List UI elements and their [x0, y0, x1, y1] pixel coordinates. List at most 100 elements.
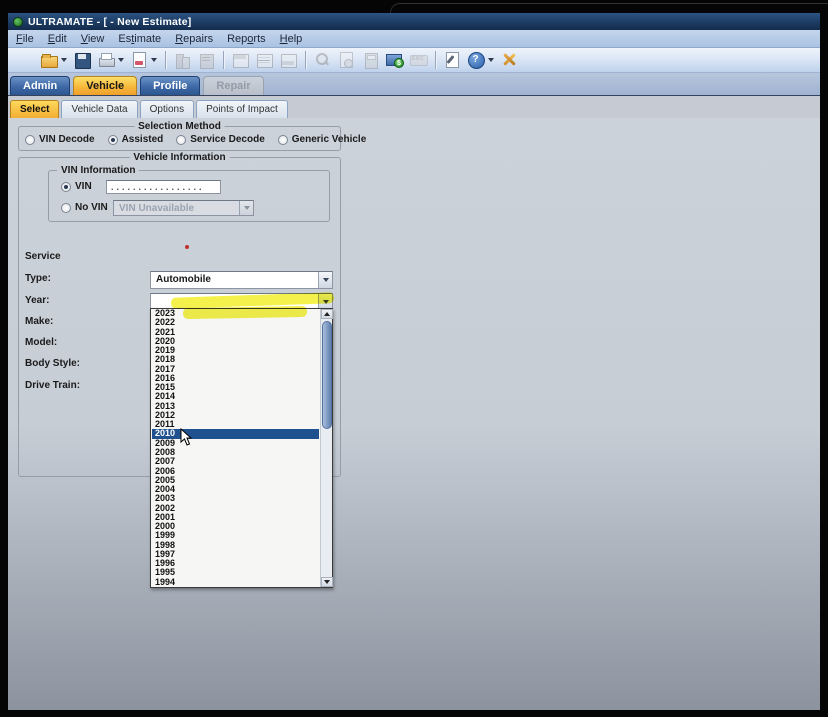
- toolbar-button-archive: [195, 50, 217, 71]
- toolbar-button-open[interactable]: [38, 50, 69, 71]
- layout-split-icon: [255, 51, 273, 69]
- year-option-2011[interactable]: 2011: [152, 420, 319, 429]
- vin-information-title: VIN Information: [57, 165, 139, 176]
- year-option-2007[interactable]: 2007: [152, 457, 319, 466]
- menu-item-edit[interactable]: Edit: [48, 33, 67, 45]
- vin-input[interactable]: .................: [106, 180, 221, 194]
- year-option-2015[interactable]: 2015: [152, 383, 319, 392]
- year-option-1996[interactable]: 1996: [152, 559, 319, 568]
- year-option-2014[interactable]: 2014: [152, 392, 319, 401]
- type-combo-arrow-icon[interactable]: [318, 272, 332, 288]
- radio-service-decode[interactable]: Service Decode: [176, 134, 265, 145]
- radio-circle-icon[interactable]: [108, 135, 118, 145]
- menu-item-reports[interactable]: Reports: [227, 33, 266, 45]
- year-option-2017[interactable]: 2017: [152, 365, 319, 374]
- year-option-2019[interactable]: 2019: [152, 346, 319, 355]
- no-vin-radio-icon[interactable]: [61, 203, 71, 213]
- radio-label: VIN Decode: [39, 134, 95, 145]
- menu-item-repairs[interactable]: Repairs: [175, 33, 213, 45]
- field-label-make: Make:: [25, 316, 53, 327]
- year-option-2013[interactable]: 2013: [152, 402, 319, 411]
- year-option-2012[interactable]: 2012: [152, 411, 319, 420]
- tab-admin[interactable]: Admin: [10, 76, 70, 95]
- menu-item-estimate[interactable]: Estimate: [118, 33, 161, 45]
- year-option-2006[interactable]: 2006: [152, 467, 319, 476]
- subtab-select[interactable]: Select: [10, 100, 59, 118]
- year-option-2016[interactable]: 2016: [152, 374, 319, 383]
- year-option-1998[interactable]: 1998: [152, 541, 319, 550]
- toolbar-dropdown-arrow-icon[interactable]: [61, 58, 67, 62]
- year-dropdown-list[interactable]: 2023202220212020201920182017201620152014…: [150, 308, 333, 588]
- menu-item-help[interactable]: Help: [280, 33, 303, 45]
- tools-icon: [500, 51, 518, 69]
- subtab-vehicle-data[interactable]: Vehicle Data: [61, 100, 137, 118]
- year-option-2005[interactable]: 2005: [152, 476, 319, 485]
- toolbar-button-document-wrench[interactable]: [441, 50, 463, 71]
- save-icon: [73, 51, 91, 69]
- toolbar-button-new-estimate[interactable]: [14, 50, 36, 71]
- open-icon: [40, 51, 58, 69]
- year-option-2022[interactable]: 2022: [152, 318, 319, 327]
- year-option-1994[interactable]: 1994: [152, 578, 319, 587]
- toolbar-button-layout-split: [253, 50, 275, 71]
- year-option-1997[interactable]: 1997: [152, 550, 319, 559]
- year-option-2001[interactable]: 2001: [152, 513, 319, 522]
- no-vin-radio-label: No VIN: [75, 202, 108, 213]
- year-option-2021[interactable]: 2021: [152, 328, 319, 337]
- year-dropdown-options: 2023202220212020201920182017201620152014…: [152, 309, 319, 587]
- no-vin-radio-option[interactable]: No VIN: [61, 202, 108, 213]
- year-option-2008[interactable]: 2008: [152, 448, 319, 457]
- toolbar-button-monitor-dollar[interactable]: $: [383, 50, 405, 71]
- year-option-2009[interactable]: 2009: [152, 439, 319, 448]
- toolbar-button-print[interactable]: [95, 50, 126, 71]
- field-label-type: Type:: [25, 273, 51, 284]
- radio-circle-icon[interactable]: [176, 135, 186, 145]
- toolbar-button-export[interactable]: [128, 50, 159, 71]
- tab-vehicle[interactable]: Vehicle: [73, 76, 137, 95]
- screen: ULTRAMATE - [ - New Estimate] FileEditVi…: [0, 0, 828, 717]
- no-vin-combo-arrow-icon: [239, 201, 253, 215]
- toolbar-button-search: [311, 50, 333, 71]
- radio-assisted[interactable]: Assisted: [108, 134, 164, 145]
- scrollbar-thumb[interactable]: [322, 321, 332, 429]
- vin-input-value: .................: [107, 181, 220, 193]
- service-section-title: Service: [25, 251, 61, 262]
- year-dropdown-scrollbar[interactable]: [320, 309, 332, 587]
- year-option-2010[interactable]: 2010: [152, 429, 319, 438]
- toolbar-button-save[interactable]: [71, 50, 93, 71]
- help-icon: ?: [467, 51, 485, 69]
- tab-profile[interactable]: Profile: [140, 76, 200, 95]
- toolbar-dropdown-arrow-icon[interactable]: [488, 58, 494, 62]
- subtab-options[interactable]: Options: [140, 100, 194, 118]
- year-option-2018[interactable]: 2018: [152, 355, 319, 364]
- year-option-2003[interactable]: 2003: [152, 494, 319, 503]
- subtab-points-of-impact[interactable]: Points of Impact: [196, 100, 288, 118]
- radio-circle-icon[interactable]: [25, 135, 35, 145]
- year-option-2004[interactable]: 2004: [152, 485, 319, 494]
- radio-vin-decode[interactable]: VIN Decode: [25, 134, 95, 145]
- year-option-1995[interactable]: 1995: [152, 568, 319, 577]
- vin-radio-icon[interactable]: [61, 182, 71, 192]
- main-tab-strip: AdminVehicleProfileRepair: [8, 73, 820, 95]
- selection-method-options: VIN DecodeAssistedService DecodeGeneric …: [25, 134, 336, 145]
- year-option-2020[interactable]: 2020: [152, 337, 319, 346]
- vehicle-information-title: Vehicle Information: [129, 152, 229, 163]
- toolbar-button-company: [171, 50, 193, 71]
- vin-radio-option[interactable]: VIN: [61, 181, 92, 192]
- type-combo[interactable]: Automobile: [150, 271, 333, 289]
- radio-circle-icon[interactable]: [278, 135, 288, 145]
- year-option-2000[interactable]: 2000: [152, 522, 319, 531]
- year-option-2002[interactable]: 2002: [152, 504, 319, 513]
- radio-generic-vehicle[interactable]: Generic Vehicle: [278, 134, 367, 145]
- scroll-up-icon[interactable]: [321, 309, 333, 319]
- layout-top-icon: [231, 51, 249, 69]
- toolbar-dropdown-arrow-icon[interactable]: [151, 58, 157, 62]
- menu-item-view[interactable]: View: [81, 33, 105, 45]
- toolbar-button-help[interactable]: ?: [465, 50, 496, 71]
- scroll-down-icon[interactable]: [321, 577, 333, 587]
- toolbar-button-tools[interactable]: [498, 50, 520, 71]
- menu-item-file[interactable]: File: [16, 33, 34, 45]
- toolbar-dropdown-arrow-icon[interactable]: [118, 58, 124, 62]
- print-icon: [97, 51, 115, 69]
- year-option-1999[interactable]: 1999: [152, 531, 319, 540]
